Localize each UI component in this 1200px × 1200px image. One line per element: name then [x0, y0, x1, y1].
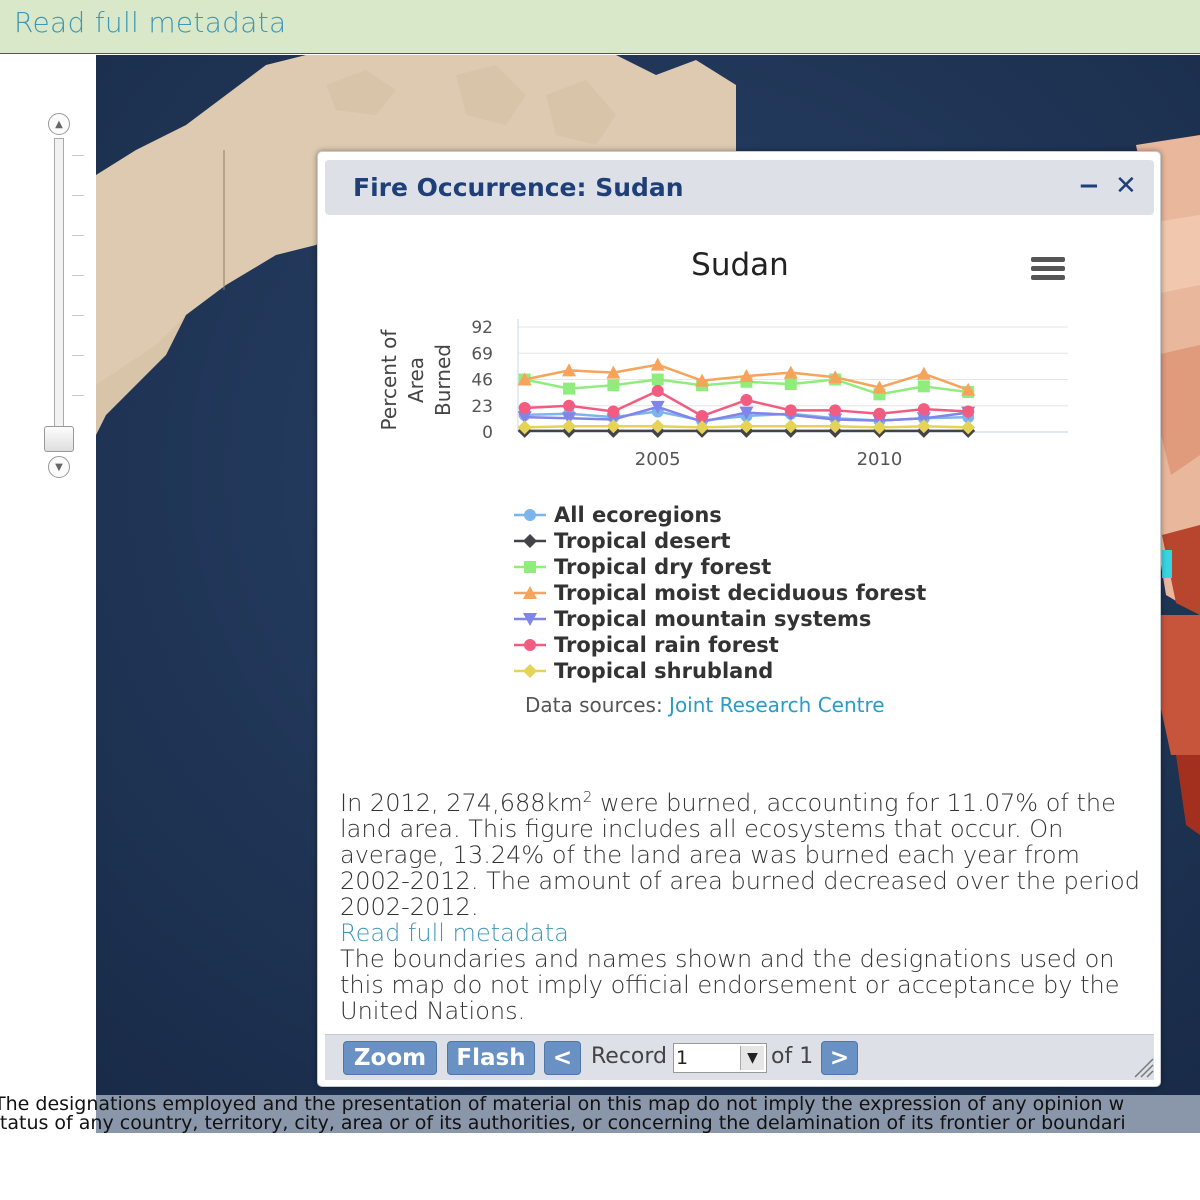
- legend-symbol-icon: [514, 639, 546, 651]
- legend-item[interactable]: All ecoregions: [514, 502, 926, 528]
- zoom-tick: [72, 235, 84, 236]
- y-tick-label: 0: [482, 423, 493, 443]
- record-select[interactable]: 1 ▼: [673, 1043, 767, 1073]
- zoom-tick: [72, 395, 84, 396]
- legend-item[interactable]: Tropical dry forest: [514, 554, 926, 580]
- data-point[interactable]: [523, 534, 537, 548]
- data-sources-label: Data sources:: [525, 693, 663, 717]
- legend-label: All ecoregions: [554, 503, 722, 527]
- flash-button[interactable]: Flash: [447, 1041, 535, 1075]
- y-tick-label: 23: [471, 397, 493, 417]
- data-point[interactable]: [563, 382, 576, 395]
- data-point[interactable]: [917, 380, 930, 393]
- data-point[interactable]: [524, 561, 536, 573]
- record-label: Record: [591, 1044, 668, 1069]
- disclaimer-line-2: status of any country, territory, city, …: [0, 1112, 1126, 1133]
- legend-label: Tropical moist deciduous forest: [554, 581, 927, 605]
- summary-superscript: 2: [582, 788, 593, 806]
- legend-label: Tropical dry forest: [554, 555, 772, 579]
- y-tick-label: 69: [471, 344, 493, 364]
- read-full-metadata-link[interactable]: Read full metadata: [14, 6, 286, 39]
- data-point[interactable]: [784, 404, 797, 417]
- info-popup[interactable]: Fire Occurrence: Sudan − ✕ Sudan 92 69 46 2…: [317, 151, 1161, 1087]
- legend-item[interactable]: Tropical desert: [514, 528, 926, 554]
- zoom-button[interactable]: Zoom: [343, 1041, 437, 1075]
- legend-label: Tropical shrubland: [554, 659, 774, 683]
- legend-symbol-icon: [514, 664, 546, 678]
- data-point[interactable]: [696, 410, 709, 423]
- y-axis-label: Area: [404, 357, 428, 403]
- legend-item[interactable]: Tropical mountain systems: [514, 606, 926, 632]
- legend-label: Tropical desert: [554, 529, 731, 553]
- un-disclaimer: The boundaries and names shown and the d…: [340, 945, 1120, 1025]
- y-tick-label: 46: [471, 371, 493, 391]
- zoom-tick: [72, 275, 84, 276]
- data-point[interactable]: [829, 404, 842, 417]
- zoom-tick: [72, 355, 84, 356]
- popup-header[interactable]: Fire Occurrence: Sudan − ✕: [325, 160, 1154, 215]
- data-point[interactable]: [651, 384, 664, 397]
- minimize-icon[interactable]: −: [1078, 171, 1100, 201]
- legend-symbol-icon: [514, 613, 546, 626]
- legend-symbol-icon: [514, 586, 546, 599]
- data-point[interactable]: [784, 378, 797, 391]
- y-axis-label: Burned: [431, 344, 455, 416]
- legend-symbol-icon: [514, 534, 546, 548]
- data-point[interactable]: [917, 403, 930, 416]
- x-tick-label: 2010: [857, 449, 903, 470]
- chart-legend: All ecoregions Tropical desert Tropical dr…: [514, 502, 926, 684]
- data-point[interactable]: [607, 379, 620, 392]
- data-point[interactable]: [651, 373, 664, 386]
- previous-record-button[interactable]: <: [544, 1041, 581, 1075]
- data-point[interactable]: [523, 664, 537, 678]
- legend-item[interactable]: Tropical moist deciduous forest: [514, 580, 926, 606]
- data-point[interactable]: [873, 407, 886, 420]
- y-tick-label: 92: [471, 318, 493, 338]
- popup-footer: Zoom Flash < Record 1 ▼ of 1 >: [325, 1034, 1154, 1080]
- popup-title: Fire Occurrence: Sudan: [353, 173, 684, 202]
- zoom-slider-thumb[interactable]: [44, 426, 74, 452]
- data-point[interactable]: [916, 366, 931, 380]
- data-point[interactable]: [524, 639, 536, 651]
- data-point[interactable]: [740, 394, 753, 407]
- data-point[interactable]: [962, 405, 975, 418]
- highlight-region: [1162, 550, 1172, 578]
- next-record-button[interactable]: >: [821, 1041, 858, 1075]
- page-disclaimer: The designations employed and the presen…: [0, 1095, 1200, 1133]
- close-icon[interactable]: ✕: [1115, 171, 1137, 201]
- left-panel: [0, 55, 96, 1095]
- legend-label: Tropical mountain systems: [554, 607, 872, 631]
- summary-line-a: In 2012, 274,688km: [340, 789, 583, 817]
- data-point[interactable]: [524, 509, 536, 521]
- zoom-tick: [72, 155, 84, 156]
- data-point[interactable]: [607, 405, 620, 418]
- record-select-value: 1: [676, 1047, 689, 1069]
- data-point[interactable]: [563, 399, 576, 412]
- record-count: of 1: [771, 1044, 814, 1069]
- zoom-in-icon[interactable]: ▲: [48, 113, 70, 135]
- legend-item[interactable]: Tropical shrubland: [514, 658, 926, 684]
- zoom-slider-track[interactable]: [54, 138, 64, 448]
- line-chart: 92 69 46 23 0 2005 2010 Percent of Area Burned: [377, 318, 1068, 470]
- legend-label: Tropical rain forest: [554, 633, 779, 657]
- x-tick-label: 2005: [635, 449, 681, 470]
- legend-symbol-icon: [514, 561, 546, 573]
- joint-research-centre-link[interactable]: Joint Research Centre: [669, 693, 885, 717]
- y-axis-label: Percent of: [377, 329, 401, 431]
- popup-read-full-metadata-link[interactable]: Read full metadata: [340, 920, 1150, 946]
- summary-text: In 2012, 274,688km2 were burned, account…: [340, 788, 1150, 1025]
- data-point[interactable]: [650, 357, 665, 371]
- data-sources: Data sources: Joint Research Centre: [525, 693, 885, 717]
- chevron-down-icon[interactable]: ▼: [740, 1046, 764, 1070]
- chart-menu-icon[interactable]: [1031, 257, 1065, 285]
- legend-item[interactable]: Tropical rain forest: [514, 632, 926, 658]
- legend-symbol-icon: [514, 509, 546, 521]
- top-bar: Read full metadata: [0, 0, 1200, 54]
- zoom-out-icon[interactable]: ▼: [48, 456, 70, 478]
- data-point[interactable]: [518, 402, 531, 415]
- zoom-tick: [72, 195, 84, 196]
- resize-grip-icon[interactable]: [1133, 1057, 1155, 1079]
- zoom-tick: [72, 315, 84, 316]
